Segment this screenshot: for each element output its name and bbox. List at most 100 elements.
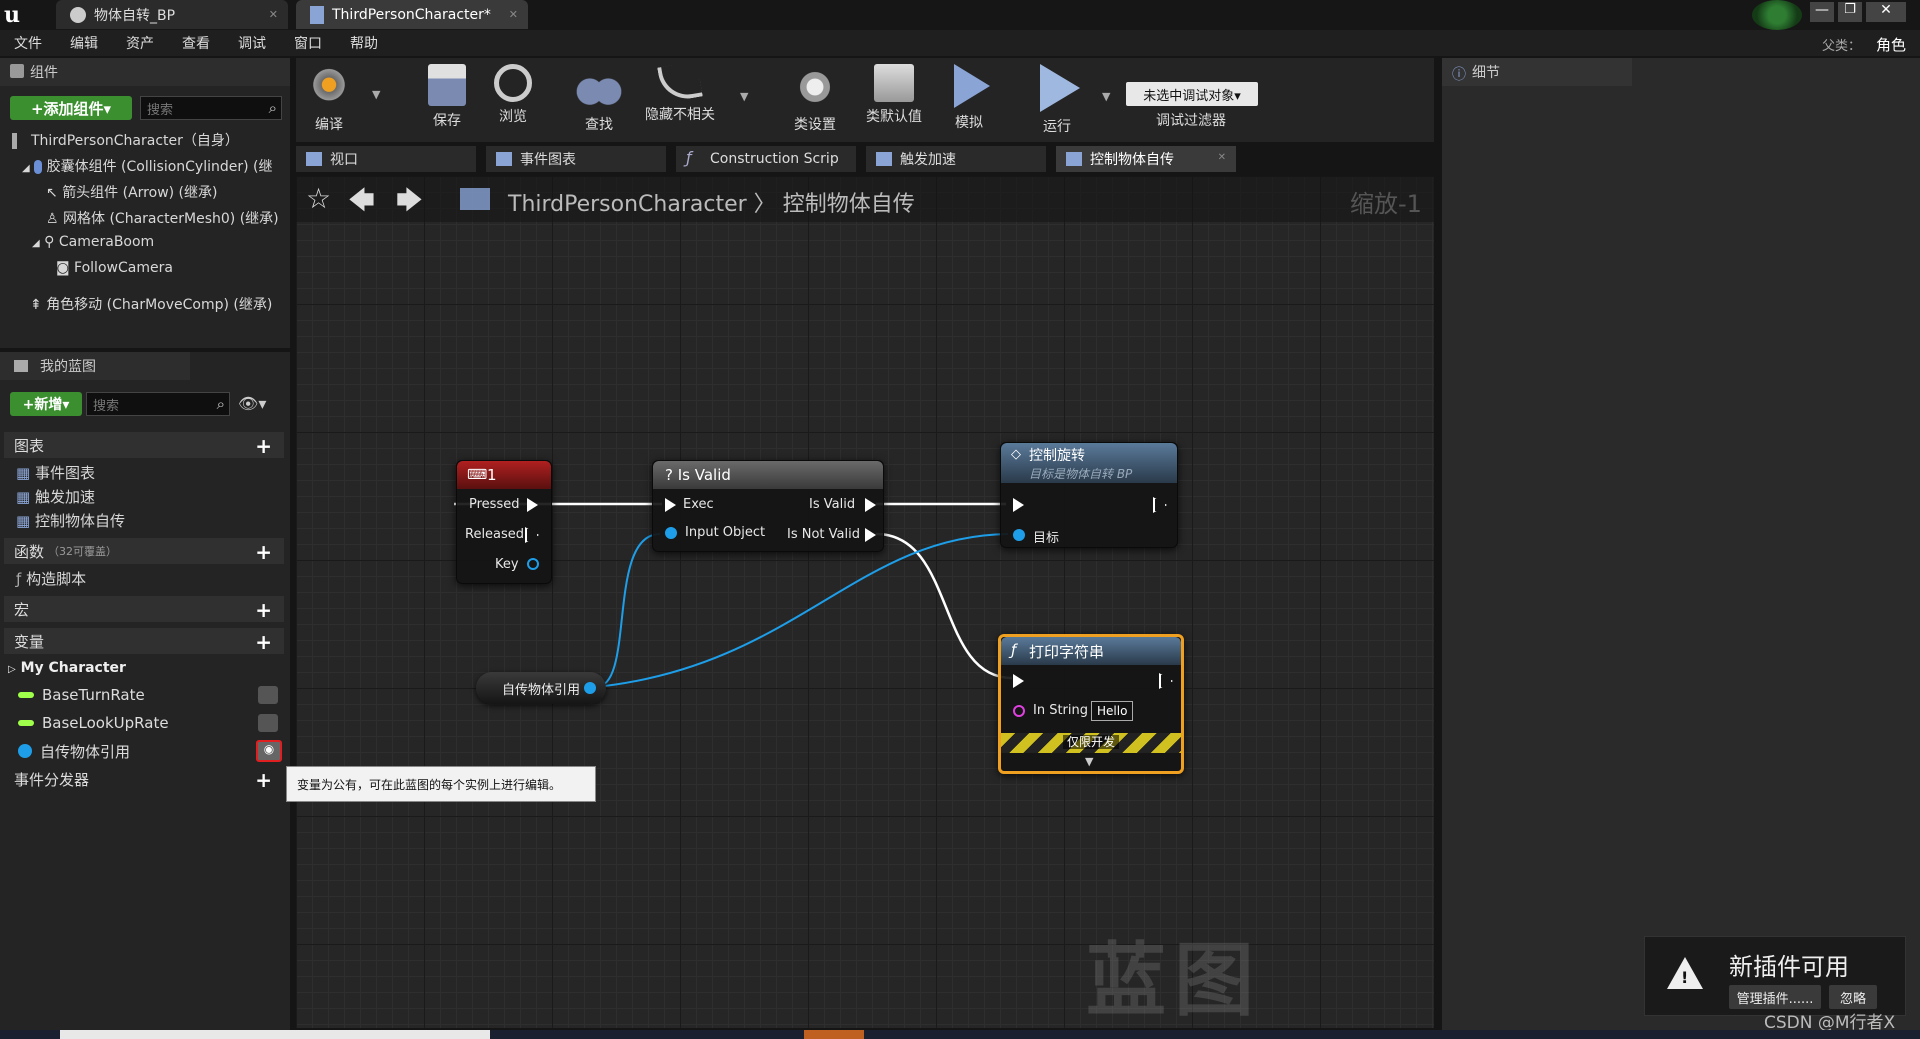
class-settings-button[interactable]: 类设置 [780, 60, 850, 138]
close-icon[interactable]: ✕ [509, 8, 518, 21]
save-button[interactable]: 保存 [412, 60, 482, 138]
compile-button[interactable]: 编译 [294, 60, 364, 138]
public-eye-icon[interactable]: ◉ [256, 740, 282, 762]
source-control-icon[interactable] [1752, 0, 1802, 30]
blueprint-search-input[interactable]: 搜索 ⌕ [86, 392, 230, 416]
menu-edit[interactable]: 编辑 [56, 33, 112, 53]
visibility-toggle-icon[interactable] [258, 686, 278, 704]
is-valid-node[interactable]: ? Is Valid Exec Input Object Is Valid Is… [652, 460, 884, 552]
taskbar-active-item[interactable] [60, 1030, 490, 1039]
add-new-button[interactable]: +新增▾ [10, 392, 82, 416]
section-macros[interactable]: 宏 + [4, 596, 284, 622]
variable-category[interactable]: ▷ My Character [8, 660, 126, 676]
pin-target[interactable] [1013, 529, 1025, 541]
play-button[interactable]: 运行 [1022, 60, 1092, 138]
menu-debug[interactable]: 调试 [224, 33, 280, 53]
class-defaults-button[interactable]: 类默认值 [856, 60, 932, 138]
component-mesh[interactable]: ♙ 网格体 (CharacterMesh0) (继承) [46, 208, 279, 228]
section-dispatchers[interactable]: 事件分发器 + [4, 766, 284, 792]
close-icon[interactable]: ✕ [269, 8, 278, 21]
pin-print-exec-in[interactable] [1013, 674, 1024, 688]
expand-arrow-icon[interactable]: ▼ [1085, 755, 1093, 768]
ignore-button[interactable]: 忽略 [1829, 985, 1877, 1009]
tab-sprint[interactable]: 触发加速 [866, 146, 1046, 172]
section-functions[interactable]: 函数 （32可覆盖） + [4, 538, 284, 564]
tab-event-graph[interactable]: 事件图表 [486, 146, 666, 172]
pin-exec-in[interactable] [665, 498, 676, 512]
tree-expand-icon[interactable]: ◢ [22, 163, 30, 174]
simulate-button[interactable]: 模拟 [934, 60, 1004, 138]
component-capsule[interactable]: ◢ 胶囊体组件 (CollisionCylinder) (继 [22, 156, 273, 176]
add-graph-button[interactable]: + [255, 434, 272, 458]
taskbar-item[interactable] [804, 1030, 864, 1039]
print-string-node[interactable]: ƒ 打印字符串 In String Hello 仅限开发 ▼ [998, 634, 1184, 774]
tab-rotate-object[interactable]: 控制物体自传 ✕ [1056, 146, 1236, 172]
browse-button[interactable]: 浏览 [478, 60, 548, 138]
doc-tab-rotate-bp[interactable]: 物体自转_BP ✕ [56, 0, 288, 29]
component-charmove[interactable]: ⇞ 角色移动 (CharMoveComp) (继承) [30, 294, 272, 314]
pin-rotate-exec-in[interactable] [1013, 498, 1024, 512]
menu-file[interactable]: 文件 [0, 33, 56, 53]
function-icon: ƒ [686, 148, 692, 167]
components-search-input[interactable]: 搜索 ⌕ [140, 96, 282, 120]
graph-item-event[interactable]: ▦ 事件图表 [16, 462, 95, 483]
debug-object-select[interactable]: 未选中调试对象▾ [1126, 82, 1258, 106]
tree-expand-icon[interactable]: ◢ [32, 238, 40, 249]
manage-plugins-button[interactable]: 管理插件...... [1729, 985, 1821, 1009]
component-cameraboom[interactable]: ◢ ⚲ CameraBoom [32, 234, 154, 250]
graph-item-sprint[interactable]: ▦ 触发加速 [16, 486, 95, 507]
variable-rotate-object-ref[interactable]: 自传物体引用 ◉ [4, 738, 284, 764]
menu-view[interactable]: 查看 [168, 33, 224, 53]
component-arrow[interactable]: ↖ 箭头组件 (Arrow) (继承) [46, 182, 218, 202]
minimize-button[interactable]: — [1810, 2, 1834, 22]
close-window-button[interactable]: ✕ [1866, 2, 1906, 22]
pin-input-object[interactable] [665, 527, 677, 539]
menu-window[interactable]: 窗口 [280, 33, 336, 53]
pin-key[interactable] [527, 558, 539, 570]
pin-rotate-exec-out[interactable] [1153, 497, 1167, 513]
control-rotation-node[interactable]: ◇ 控制旋转 目标是物体自转 BP 目标 [1000, 442, 1178, 548]
pin-pressed[interactable] [527, 498, 538, 512]
close-icon[interactable]: ✕ [1218, 152, 1226, 163]
tab-viewport[interactable]: 视口 [296, 146, 476, 172]
visibility-toggle-icon[interactable] [258, 714, 278, 732]
unreal-logo-icon[interactable]: u [4, 2, 30, 28]
section-graphs[interactable]: 图表 + [4, 432, 284, 458]
find-button[interactable]: 查找 [564, 60, 634, 138]
hide-options-icon[interactable]: ▼ [740, 90, 748, 103]
add-function-button[interactable]: + [255, 540, 272, 564]
view-options-icon[interactable]: 👁▾ [238, 394, 266, 413]
tab-construction-script[interactable]: ƒ Construction Scrip [676, 146, 856, 172]
pin-is-valid[interactable] [865, 498, 876, 512]
add-macro-button[interactable]: + [255, 598, 272, 622]
component-followcamera[interactable]: ◙ FollowCamera [56, 260, 173, 276]
play-options-icon[interactable]: ▼ [1102, 90, 1110, 103]
component-root[interactable]: ThirdPersonCharacter（自身） [12, 130, 239, 150]
compile-options-icon[interactable]: ▼ [372, 88, 380, 101]
section-variables[interactable]: 变量 + [4, 628, 284, 654]
maximize-button[interactable]: ❐ [1838, 2, 1862, 22]
doc-tab-third-person[interactable]: ThirdPersonCharacter* ✕ [296, 0, 528, 29]
graph-canvas[interactable]: ☆ 🡄 🡆 ThirdPersonCharacter 〉 控制物体自传 缩放-1… [296, 176, 1434, 1028]
variable-base-turn-rate[interactable]: BaseTurnRate [4, 682, 284, 708]
menu-asset[interactable]: 资产 [112, 33, 168, 53]
pin-is-not-valid[interactable] [865, 528, 876, 542]
object-wire-ref-isvalid[interactable] [595, 533, 661, 688]
pin-in-string[interactable] [1013, 705, 1025, 717]
function-item-construction[interactable]: ƒ 构造脚本 [16, 568, 86, 589]
add-component-button[interactable]: +添加组件▾ [10, 96, 132, 120]
tree-expand-icon[interactable]: ▷ [8, 664, 16, 675]
in-string-value-input[interactable]: Hello [1091, 701, 1134, 721]
menu-help[interactable]: 帮助 [336, 33, 392, 53]
parent-class-value[interactable]: 角色 [1876, 34, 1906, 55]
pin-variable-out[interactable] [584, 682, 596, 694]
key-event-node[interactable]: ⌨ 1 Pressed Released Key [456, 460, 552, 584]
add-variable-button[interactable]: + [255, 630, 272, 654]
variable-base-lookup-rate[interactable]: BaseLookUpRate [4, 710, 284, 736]
hide-unrelated-button[interactable]: 隐藏不相关 [640, 60, 720, 138]
pin-print-exec-out[interactable] [1159, 673, 1173, 689]
graph-item-rotate[interactable]: ▦ 控制物体自传 [16, 510, 125, 531]
add-dispatcher-button[interactable]: + [255, 768, 272, 792]
exec-wire-notvalid-print[interactable] [875, 532, 1013, 680]
variable-getter-node[interactable]: 自传物体引用 [476, 672, 606, 704]
